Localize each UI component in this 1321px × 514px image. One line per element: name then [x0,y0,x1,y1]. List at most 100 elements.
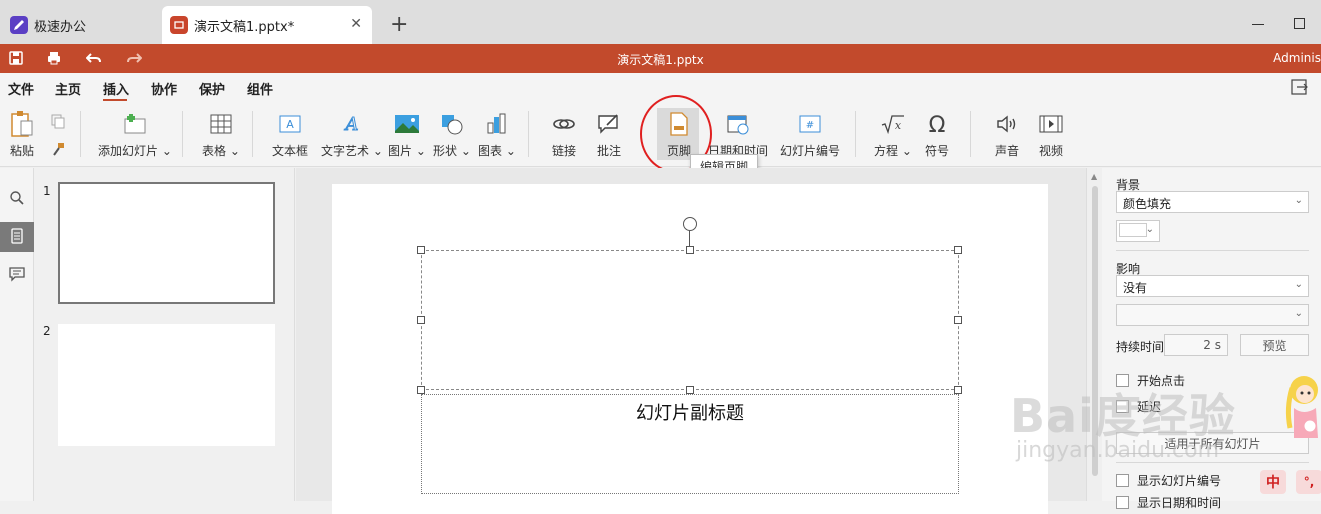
show-datetime-checkbox[interactable]: 显示日期和时间 [1116,494,1221,511]
delay-checkbox[interactable]: 延迟 [1116,398,1161,415]
resize-handle[interactable] [686,386,694,394]
menu-home[interactable]: 主页 [55,79,81,98]
svg-text:#: # [806,120,814,131]
chevron-down-icon: ⌄ [1145,224,1154,235]
show-slide-number-checkbox[interactable]: 显示幻灯片编号 [1116,472,1221,489]
slide-editor-canvas: 幻灯片副标题 [296,168,1086,514]
tab-home[interactable]: 极速办公 [0,6,156,44]
scrollbar-thumb[interactable] [1092,186,1098,476]
symbol-button[interactable]: Ω 符号 [924,111,950,159]
separator [80,111,81,157]
close-tab-icon[interactable]: ✕ [350,16,362,32]
separator [182,111,183,157]
chart-button[interactable]: 图表 ⌄ [478,111,516,159]
resize-handle[interactable] [954,246,962,254]
speaker-icon [994,111,1020,137]
start-on-click-checkbox[interactable]: 开始点击 [1116,372,1185,389]
resize-handle[interactable] [417,316,425,324]
search-icon [9,190,25,209]
checkbox[interactable] [1116,496,1129,509]
maximize-button[interactable] [1294,18,1305,29]
resize-handle[interactable] [417,386,425,394]
tab-document-label: 演示文稿1.pptx* [194,19,295,35]
checkbox[interactable] [1116,374,1129,387]
user-name[interactable]: Adminis [1273,51,1321,65]
subtitle-placeholder[interactable]: 幻灯片副标题 [421,394,959,494]
slides-panel-button[interactable] [0,222,34,252]
separator [252,111,253,157]
minimize-button[interactable] [1252,24,1264,25]
ime-punctuation-indicator[interactable]: °, [1296,470,1321,494]
copy-icon[interactable] [50,113,66,132]
menu-plugins[interactable]: 组件 [247,79,273,98]
comment-button[interactable]: 批注 [596,111,622,159]
left-sidebar [0,168,34,501]
menu-file[interactable]: 文件 [8,79,34,98]
table-label: 表格 [202,144,227,158]
scroll-up-icon[interactable]: ▲ [1091,172,1097,181]
equation-button[interactable]: x 方程 ⌄ [874,111,912,159]
slide[interactable]: 幻灯片副标题 [332,184,1048,514]
link-button[interactable]: 链接 [551,111,577,159]
rotate-handle[interactable] [683,217,697,231]
chart-icon [484,111,510,137]
equation-icon: x [880,111,906,137]
search-button[interactable] [0,184,34,214]
shape-button[interactable]: 形状 ⌄ [433,111,471,159]
format-painter-icon[interactable] [50,141,66,160]
wordart-button[interactable]: A 文字艺术 ⌄ [321,111,383,159]
title-placeholder[interactable] [421,250,959,390]
presentation-icon [170,16,188,34]
resize-handle[interactable] [686,246,694,254]
slide-thumbnail-2[interactable] [58,324,275,446]
audio-button[interactable]: 声音 [994,111,1020,159]
add-slide-icon [122,111,148,137]
open-location-icon[interactable] [1291,79,1309,98]
effect-type-select[interactable]: ⌄ [1116,304,1309,326]
datetime-button[interactable]: 日期和时间 [708,111,768,159]
effect-select[interactable]: 没有 ⌄ [1116,275,1309,297]
app-tab-bar: 极速办公 演示文稿1.pptx* ✕ + [0,0,1321,44]
video-label: 视频 [1038,144,1063,158]
checkbox[interactable] [1116,400,1129,413]
calendar-icon [725,111,751,137]
duration-input[interactable]: 2 s [1164,334,1228,356]
slide-number-button[interactable]: # 幻灯片编号 [780,111,840,159]
background-color-picker[interactable]: ⌄ [1116,220,1160,242]
active-tab-indicator [103,99,127,101]
resize-handle[interactable] [954,386,962,394]
paste-button[interactable]: 粘贴 [9,111,35,159]
link-icon [551,111,577,137]
menu-protect[interactable]: 保护 [199,79,225,98]
color-swatch [1119,223,1147,237]
slide-thumbnail-1[interactable] [58,182,275,304]
add-slide-button[interactable]: 添加幻灯片 ⌄ [98,111,172,159]
vertical-scrollbar[interactable]: ▲ [1086,168,1102,501]
menu-collaborate[interactable]: 协作 [151,79,177,98]
table-button[interactable]: 表格 ⌄ [202,111,240,159]
image-label: 图片 [388,144,413,158]
chart-label: 图表 [478,144,503,158]
slide-number-icon: # [797,111,823,137]
clipboard-icon [9,111,35,137]
rocket-icon [10,16,28,34]
comments-button[interactable] [0,260,34,290]
chevron-down-icon: ⌄ [1294,279,1303,290]
video-button[interactable]: 视频 [1038,111,1064,159]
textbox-button[interactable]: A 文本框 [272,111,308,159]
checkbox[interactable] [1116,474,1129,487]
separator [970,111,971,157]
tab-document[interactable]: 演示文稿1.pptx* ✕ [162,6,372,44]
link-label: 链接 [551,144,576,158]
menu-insert[interactable]: 插入 [103,79,129,98]
resize-handle[interactable] [417,246,425,254]
preview-button[interactable]: 预览 [1240,334,1309,356]
svg-text:x: x [895,119,902,132]
resize-handle[interactable] [954,316,962,324]
slides-icon [10,227,24,247]
new-tab-button[interactable]: + [390,12,408,37]
background-select[interactable]: 颜色填充 ⌄ [1116,191,1309,213]
image-button[interactable]: 图片 ⌄ [388,111,426,159]
ime-mode-indicator[interactable]: 中 [1260,470,1286,494]
separator [855,111,856,157]
